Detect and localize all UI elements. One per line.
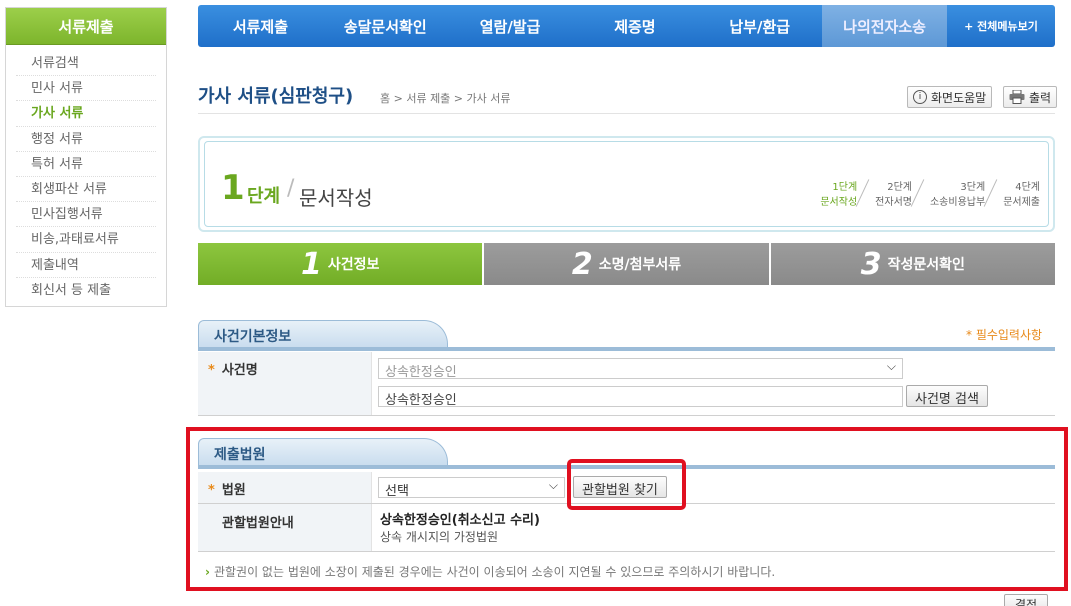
print-button[interactable]: 출력 xyxy=(1003,86,1058,108)
nav-my-e-litigation[interactable]: 나의전자소송 xyxy=(822,5,947,47)
sidebar-item-patent[interactable]: 특허 서류 xyxy=(16,152,156,177)
print-label: 출력 xyxy=(1029,90,1052,105)
sidebar-item-family[interactable]: 가사 서류 xyxy=(16,101,156,127)
tab-case-info-number: 1 xyxy=(300,246,322,282)
sidebar-item-submission-history[interactable]: 제출내역 xyxy=(16,253,156,278)
nav-served-documents[interactable]: 송달문서확인 xyxy=(323,5,448,47)
sidebar-item-bankruptcy[interactable]: 회생파산 서류 xyxy=(16,177,156,203)
mini-step-1-label: 문서작성 xyxy=(820,197,858,208)
step-description: 문서작성 xyxy=(299,186,373,210)
mini-step-4-number: 4단계 xyxy=(1015,182,1040,193)
nav-view-issue[interactable]: 열람/발급 xyxy=(448,5,573,47)
tab-review-label: 작성문서확인 xyxy=(887,257,965,273)
nav-payment-refund[interactable]: 납부/환급 xyxy=(697,5,822,47)
mini-step-4-label: 문서제출 xyxy=(1003,197,1040,208)
sidebar-title: 서류제출 xyxy=(6,8,166,45)
mini-step-1: 1단계 문서작성 xyxy=(802,180,857,210)
mini-step-2-number: 2단계 xyxy=(887,182,912,193)
case-name-label: * 사건명 xyxy=(198,352,372,415)
tab-attachments-number: 2 xyxy=(571,246,593,282)
nav-certificates[interactable]: 제증명 xyxy=(572,5,697,47)
sidebar-item-administrative[interactable]: 행정 서류 xyxy=(16,127,156,152)
nav-document-submit[interactable]: 서류제출 xyxy=(198,5,323,47)
sidebar-item-document-search[interactable]: 서류검색 xyxy=(16,51,156,77)
case-name-input[interactable]: 상속한정승인 xyxy=(378,386,903,408)
step-divider: / xyxy=(287,176,295,201)
case-name-row: * 사건명 상속한정승인 ⌵ 상속한정승인 사건명 검색 xyxy=(198,352,1055,416)
title-row: 가사 서류(심판청구) 홈 > 서류 제출 > 가사 서류 i 화면도움말 출력 xyxy=(198,80,1058,114)
tab-case-info[interactable]: 1 사건정보 xyxy=(198,243,483,285)
tab-case-info-label: 사건정보 xyxy=(327,257,380,273)
page-title: 가사 서류(심판청구) xyxy=(198,86,354,107)
sidebar-item-civil[interactable]: 민사 서류 xyxy=(16,76,156,102)
tab-review[interactable]: 3 작성문서확인 xyxy=(770,243,1055,285)
mini-step-2-label: 전자서명 xyxy=(875,197,912,208)
nav-all-menu[interactable]: + 전체메뉴보기 xyxy=(947,5,1055,47)
sidebar-menu: 서류검색 민사 서류 가사 서류 행정 서류 특허 서류 회생파산 서류 민사집… xyxy=(6,45,166,303)
highlight-box-find-court xyxy=(567,459,686,510)
step-indicator: 1 단계 / 문서작성 1단계 문서작성 2단계 전자서명 3단계 소송비용납부… xyxy=(198,136,1055,232)
printer-icon xyxy=(1009,90,1025,104)
sidebar-item-non-contentious[interactable]: 비송,과태료서류 xyxy=(16,227,156,253)
mini-steps: 1단계 문서작성 2단계 전자서명 3단계 소송비용납부 4단계 문서제출 xyxy=(802,180,1040,210)
mini-step-3: 3단계 소송비용납부 xyxy=(912,180,985,210)
screen-help-button[interactable]: i 화면도움말 xyxy=(907,86,993,108)
case-info-section-title: 사건기본정보 xyxy=(198,320,448,348)
sidebar: 서류제출 서류검색 민사 서류 가사 서류 행정 서류 특허 서류 회생파산 서… xyxy=(5,7,167,307)
case-name-select[interactable]: 상속한정승인 ⌵ xyxy=(378,358,903,380)
tab-attachments-label: 소명/첨부서류 xyxy=(598,257,682,273)
mini-step-1-number: 1단계 xyxy=(832,182,858,193)
step-word: 단계 xyxy=(247,186,281,207)
mini-step-3-number: 3단계 xyxy=(960,182,986,193)
breadcrumb: 홈 > 서류 제출 > 가사 서류 xyxy=(380,92,511,105)
mini-step-2: 2단계 전자서명 xyxy=(857,180,912,210)
required-fields-note: * 필수입력사항 xyxy=(966,328,1043,342)
case-info-section-header: 사건기본정보 xyxy=(198,320,1055,351)
sidebar-item-reply-submission[interactable]: 회신서 등 제출 xyxy=(16,278,156,303)
case-name-search-button[interactable]: 사건명 검색 xyxy=(906,385,988,407)
step-number: 1 xyxy=(221,168,245,208)
screen-help-label: 화면도움말 xyxy=(931,90,987,105)
confirm-button[interactable]: 결정 xyxy=(1004,594,1049,606)
progress-tabs: 1 사건정보 2 소명/첨부서류 3 작성문서확인 xyxy=(198,243,1055,285)
tab-attachments[interactable]: 2 소명/첨부서류 xyxy=(484,243,769,285)
mini-step-3-label: 소송비용납부 xyxy=(929,197,986,208)
sidebar-item-civil-execution[interactable]: 민사집행서류 xyxy=(16,202,156,228)
top-navigation: 서류제출 송달문서확인 열람/발급 제증명 납부/환급 나의전자소송 + 전체메… xyxy=(198,5,1055,47)
mini-step-4: 4단계 문서제출 xyxy=(985,180,1040,210)
chevron-down-icon: ⌵ xyxy=(886,359,896,373)
info-icon: i xyxy=(913,90,927,104)
case-name-select-value: 상속한정승인 xyxy=(385,365,457,380)
tab-review-number: 3 xyxy=(860,246,882,282)
